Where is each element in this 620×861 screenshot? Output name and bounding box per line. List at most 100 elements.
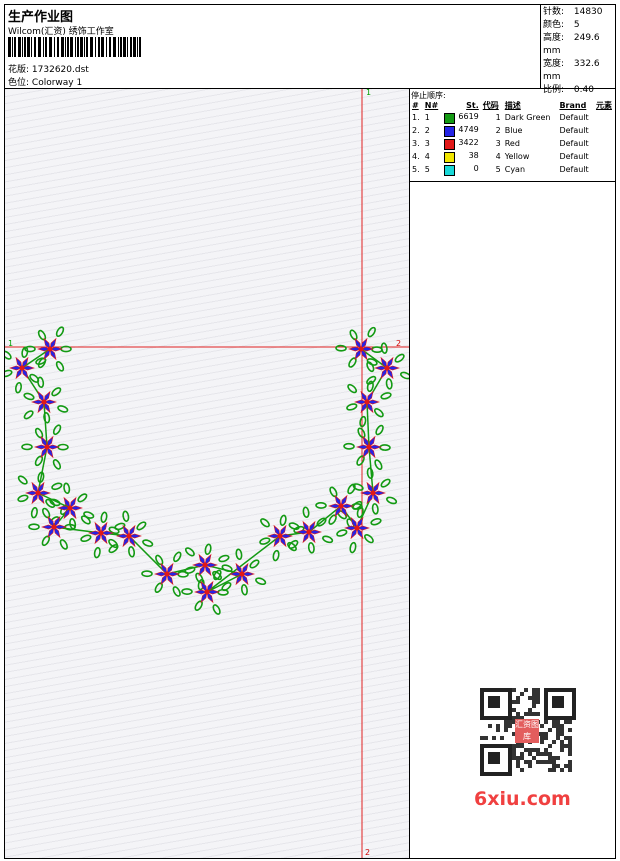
color-swatch xyxy=(443,112,455,124)
qr-seal-stamp: 汇资图库 xyxy=(515,719,539,743)
leaf xyxy=(347,383,358,394)
leaf xyxy=(255,577,267,586)
stat-scale: 比例: 0.40 xyxy=(543,85,594,95)
flower-center xyxy=(35,490,41,496)
row-code: 1 xyxy=(481,111,503,124)
leaf xyxy=(235,548,243,560)
col-description: 描述 xyxy=(504,100,521,110)
leaf xyxy=(349,541,357,554)
row-stitches: 0 xyxy=(442,163,481,176)
row-needle: 4 xyxy=(423,150,442,163)
color-swatch xyxy=(443,138,455,150)
flower-center xyxy=(239,571,245,577)
leaf xyxy=(80,534,92,543)
leaf xyxy=(288,522,300,530)
leaf xyxy=(380,478,391,488)
leaf xyxy=(279,514,287,527)
table-row: 5. 5 0 5 Cyan Default xyxy=(410,163,616,176)
leaf xyxy=(218,554,230,563)
row-code-text: 5 xyxy=(495,165,501,174)
row-code: 2 xyxy=(481,124,503,137)
row-brand-text: Default xyxy=(559,126,589,135)
row-index-text: 2. xyxy=(412,126,420,135)
row-brand-text: Default xyxy=(559,139,589,148)
flower-center xyxy=(366,444,372,450)
flower-center xyxy=(126,533,132,539)
leaf xyxy=(371,346,383,354)
design-file-value: 1732620.dst xyxy=(31,65,89,75)
table-header-row: # N# St. 代码 描述 Brand 元素 xyxy=(410,99,616,111)
leaf xyxy=(37,376,45,389)
color-swatch xyxy=(443,125,455,137)
row-stitches-text: 6619 xyxy=(458,111,479,121)
leaf xyxy=(260,518,270,528)
colorway-value: Colorway 1 xyxy=(31,78,83,88)
leaf xyxy=(386,496,398,505)
leaf xyxy=(52,459,62,470)
leaf xyxy=(122,510,130,523)
leaf xyxy=(315,502,327,509)
row-index: 3. xyxy=(410,137,423,150)
leaf xyxy=(41,535,51,547)
site-watermark: 6xiu.com xyxy=(474,788,571,810)
leaf xyxy=(136,521,147,531)
leaf xyxy=(64,523,76,531)
guide-marker-top: 1 xyxy=(366,88,372,97)
leaf xyxy=(83,511,95,519)
row-stitches: 4749 xyxy=(442,124,481,137)
leaf xyxy=(55,326,65,338)
leaf xyxy=(100,511,108,524)
row-code: 4 xyxy=(481,150,503,163)
leaf xyxy=(172,586,181,597)
leaf xyxy=(5,350,12,360)
col-index: # xyxy=(412,100,419,110)
stat-height: 高度: 249.6 mm xyxy=(543,33,600,56)
leaf xyxy=(30,506,38,519)
leaf xyxy=(17,494,29,503)
colorway-label: 色位: xyxy=(8,78,30,88)
row-brand: Default xyxy=(557,163,594,176)
row-stitches-text: 4749 xyxy=(458,124,479,134)
color-swatch xyxy=(443,164,455,176)
leaf xyxy=(128,546,136,558)
leaf xyxy=(142,539,154,547)
header-divider xyxy=(540,4,541,88)
row-description: Blue xyxy=(503,124,558,137)
leaf xyxy=(17,475,28,485)
row-code-text: 3 xyxy=(495,139,501,148)
row-stitches: 38 xyxy=(442,150,481,163)
leaf xyxy=(173,551,182,563)
col-element: 元素 xyxy=(595,100,612,110)
row-stitches-text: 38 xyxy=(468,150,479,160)
row-description-text: Cyan xyxy=(504,165,526,174)
leaf xyxy=(357,427,366,439)
row-brand-text: Default xyxy=(559,113,589,122)
row-index: 2. xyxy=(410,124,423,137)
row-description-text: Dark Green xyxy=(504,113,551,122)
design-canvas xyxy=(5,89,409,858)
leaf xyxy=(154,582,163,594)
color-swatch xyxy=(443,151,455,163)
row-stitches-text: 0 xyxy=(473,163,479,173)
row-code: 3 xyxy=(481,137,503,150)
leaf xyxy=(366,467,374,479)
leaf xyxy=(42,507,51,519)
barcode xyxy=(8,37,141,57)
flower-center xyxy=(51,524,57,530)
row-description: Red xyxy=(503,137,558,150)
leaf xyxy=(55,360,65,372)
row-description: Dark Green xyxy=(503,111,558,124)
leaf xyxy=(364,533,374,544)
row-brand: Default xyxy=(557,137,594,150)
leaf xyxy=(367,326,376,338)
leaf xyxy=(34,427,44,439)
guide-marker-bottom: 2 xyxy=(365,848,371,857)
leaf xyxy=(63,482,71,495)
leaf xyxy=(43,412,51,424)
leaf xyxy=(374,459,383,471)
row-code-text: 4 xyxy=(495,152,501,161)
vine xyxy=(20,348,388,593)
row-index-text: 4. xyxy=(412,152,420,161)
leaf xyxy=(5,369,13,378)
leaf xyxy=(184,547,195,557)
